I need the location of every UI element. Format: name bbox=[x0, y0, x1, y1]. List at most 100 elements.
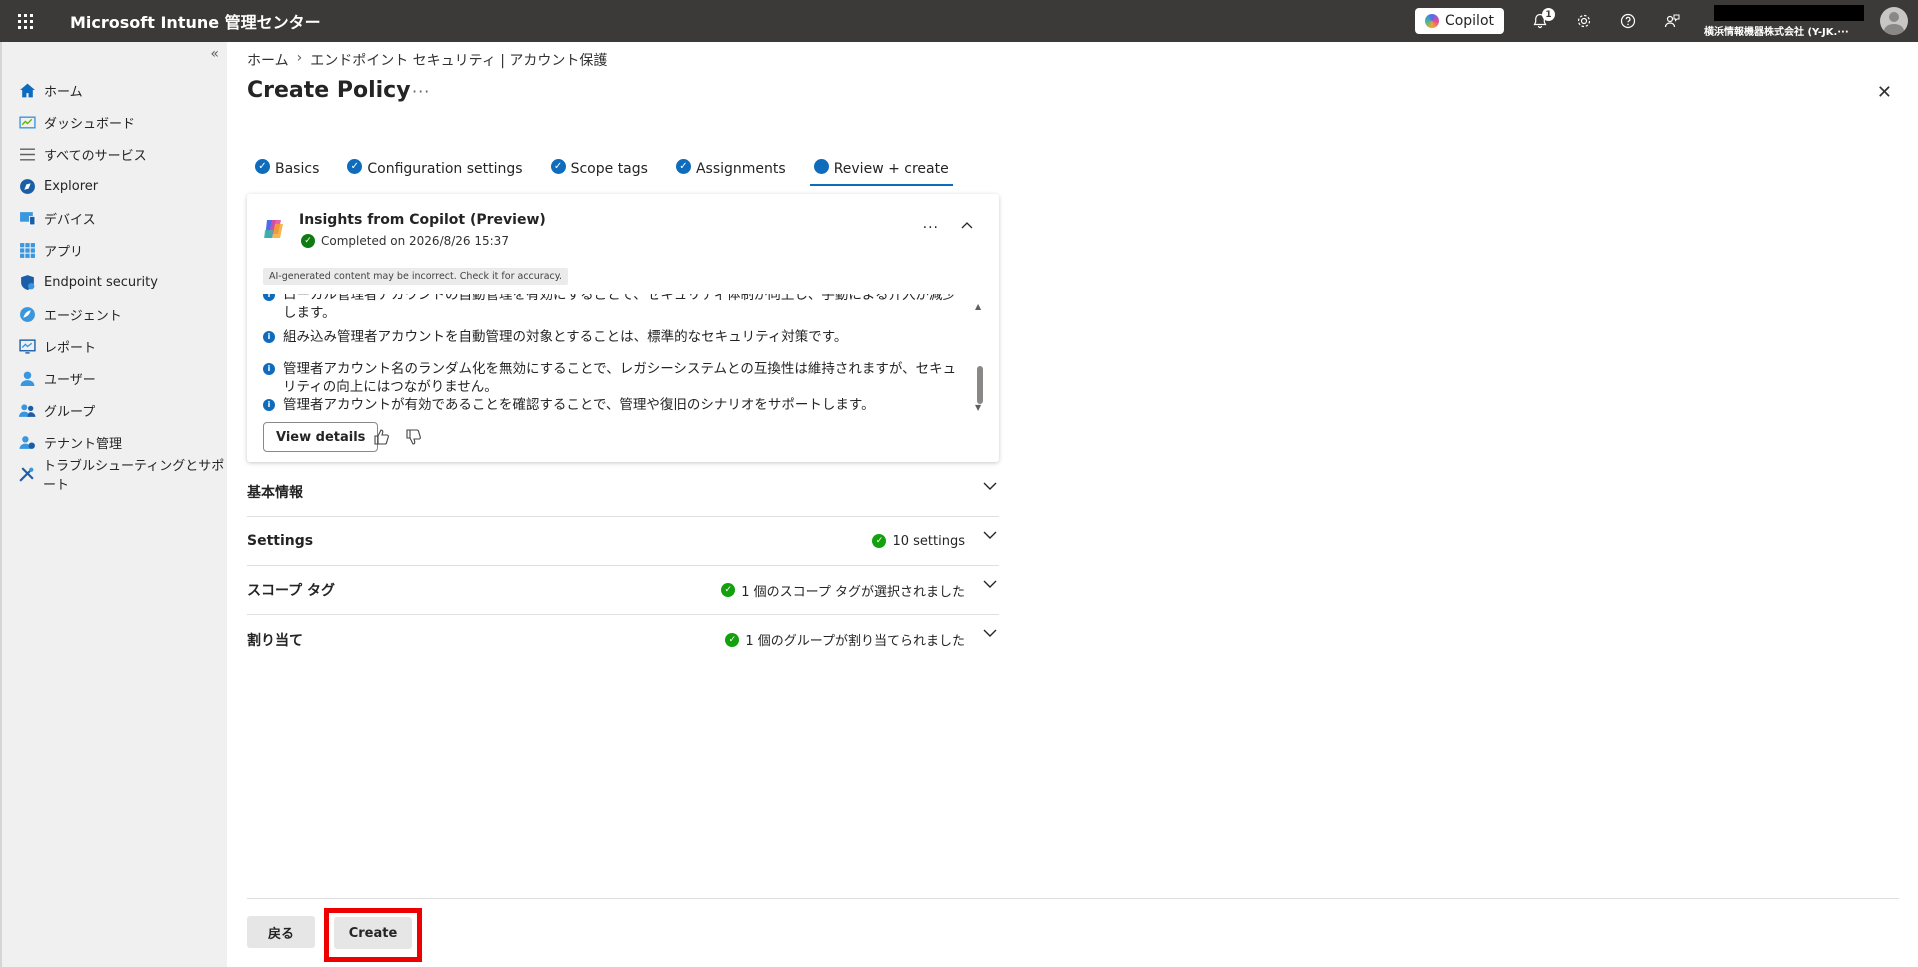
tab-basics[interactable]: ✓ Basics bbox=[255, 152, 319, 186]
tab-configuration-settings[interactable]: ✓ Configuration settings bbox=[347, 152, 523, 186]
chevron-down-icon[interactable] bbox=[983, 629, 997, 638]
view-details-button[interactable]: View details bbox=[263, 422, 379, 452]
close-button[interactable]: ✕ bbox=[1877, 82, 1892, 103]
card-status: ✓ Completed on 2026/8/26 15:37 bbox=[301, 234, 509, 248]
device-icon bbox=[18, 209, 36, 227]
list-item: i 管理者アカウントが有効であることを確認することで、管理や復旧のシナリオをサポ… bbox=[263, 396, 875, 414]
sidebar-item-endpoint-security[interactable]: Endpoint security bbox=[2, 266, 227, 298]
sidebar-item-label: すべてのサービス bbox=[44, 148, 147, 164]
settings-button[interactable] bbox=[1562, 0, 1606, 42]
section-title: 割り当て bbox=[247, 632, 303, 649]
section-title: スコープ タグ bbox=[247, 583, 336, 599]
card-status-text: Completed on 2026/8/26 15:37 bbox=[321, 234, 509, 248]
tab-label: Review + create bbox=[833, 161, 949, 177]
breadcrumb-separator: › bbox=[296, 50, 303, 66]
chevron-down-icon[interactable] bbox=[983, 580, 997, 589]
list-item: i 管理者アカウント名のランダム化を無効にすることで、レガシーシステムとの互換性… bbox=[263, 360, 963, 396]
sidebar-item-users[interactable]: ユーザー bbox=[2, 362, 227, 394]
help-button[interactable] bbox=[1606, 0, 1650, 42]
sidebar-item-label: アプリ bbox=[44, 244, 84, 260]
card-collapse-button[interactable] bbox=[961, 218, 973, 232]
chevron-down-icon[interactable] bbox=[983, 482, 997, 491]
shield-icon bbox=[18, 273, 36, 291]
app-title[interactable]: Microsoft Intune 管理センター bbox=[70, 9, 321, 33]
sidebar-item-reports[interactable]: レポート bbox=[2, 330, 227, 362]
gear-icon bbox=[1577, 14, 1591, 28]
avatar[interactable] bbox=[1880, 7, 1908, 35]
help-icon bbox=[1620, 13, 1636, 29]
sidebar-item-groups[interactable]: グループ bbox=[2, 394, 227, 426]
section-assignments[interactable]: 割り当て ✓ 1 個のグループが割り当てられました bbox=[247, 615, 999, 664]
sidebar-item-dashboard[interactable]: ダッシュボード bbox=[2, 106, 227, 138]
back-button[interactable]: 戻る bbox=[247, 916, 315, 948]
page-title: Create Policy bbox=[247, 78, 411, 103]
section-settings[interactable]: Settings ✓ 10 settings bbox=[247, 517, 999, 566]
section-status-text: 1 個のグループが割り当てられました bbox=[745, 634, 965, 649]
scroll-thumb[interactable] bbox=[977, 366, 983, 404]
tab-label: Configuration settings bbox=[367, 161, 523, 177]
sidebar-item-devices[interactable]: デバイス bbox=[2, 202, 227, 234]
section-status: ✓ 1 個のグループが割り当てられました bbox=[725, 630, 965, 649]
copilot-label: Copilot bbox=[1444, 13, 1494, 29]
user-icon bbox=[18, 369, 36, 387]
insight-text: 組み込み管理者アカウントを自動管理の対象とすることは、標準的なセキュリティ対策で… bbox=[283, 329, 848, 345]
info-icon: i bbox=[263, 294, 275, 301]
insights-list[interactable]: i ローカル管理者アカウントの自動管理を有効にすることで、セキュリティ体制が向上… bbox=[263, 294, 963, 414]
card-more-button[interactable]: ··· bbox=[923, 220, 939, 236]
section-scope-tags[interactable]: スコープ タグ ✓ 1 個のスコープ タグが選択されました bbox=[247, 566, 999, 615]
sidebar-item-apps[interactable]: アプリ bbox=[2, 234, 227, 266]
check-icon: ✓ bbox=[255, 158, 270, 174]
sidebar-nav: ホーム ダッシュボード すべてのサービス Explorer デバイス アプリ E… bbox=[2, 74, 227, 493]
thumbs-down-icon[interactable] bbox=[405, 428, 423, 446]
sidebar-item-label: ユーザー bbox=[44, 372, 96, 388]
success-check-icon: ✓ bbox=[725, 632, 740, 647]
section-status-text: 1 個のスコープ タグが選択されました bbox=[741, 584, 965, 600]
section-basics[interactable]: 基本情報 bbox=[247, 468, 999, 517]
breadcrumb-account-protection[interactable]: エンドポイント セキュリティ | アカウント保護 bbox=[310, 50, 607, 70]
success-check-icon: ✓ bbox=[301, 234, 315, 248]
sidebar-item-explorer[interactable]: Explorer bbox=[2, 170, 227, 202]
copilot-logo-icon bbox=[264, 220, 283, 238]
sidebar-item-all-services[interactable]: すべてのサービス bbox=[2, 138, 227, 170]
sidebar-item-agents[interactable]: エージェント bbox=[2, 298, 227, 330]
copilot-button[interactable]: Copilot bbox=[1414, 8, 1504, 34]
footer-divider bbox=[247, 898, 1899, 899]
chevron-up-icon bbox=[961, 222, 973, 229]
list-item: i ローカル管理者アカウントの自動管理を有効にすることで、セキュリティ体制が向上… bbox=[263, 294, 963, 322]
success-check-icon: ✓ bbox=[721, 583, 736, 597]
more-options-button[interactable]: ··· bbox=[412, 82, 430, 101]
notifications-button[interactable]: 1 bbox=[1518, 0, 1562, 42]
thumbs-up-icon[interactable] bbox=[373, 428, 391, 446]
tab-review-create[interactable]: Review + create bbox=[809, 152, 953, 186]
scroll-up-icon[interactable]: ▲ bbox=[975, 302, 981, 311]
sidebar-item-label: デバイス bbox=[44, 212, 96, 228]
top-bar: Microsoft Intune 管理センター Copilot 1 横浜情報機器… bbox=[0, 0, 1918, 42]
copilot-icon bbox=[1424, 14, 1439, 28]
create-button[interactable]: Create bbox=[334, 917, 412, 949]
check-icon: ✓ bbox=[675, 158, 691, 174]
explorer-icon bbox=[18, 177, 36, 195]
card-title: Insights from Copilot (Preview) bbox=[299, 212, 546, 228]
sidebar-collapse-button[interactable]: « bbox=[210, 46, 219, 62]
home-icon bbox=[18, 81, 36, 99]
sidebar-item-home[interactable]: ホーム bbox=[2, 74, 227, 106]
section-status: ✓ 1 個のスコープ タグが選択されました bbox=[721, 581, 965, 600]
app-launcher-icon[interactable] bbox=[0, 0, 50, 42]
report-icon bbox=[18, 337, 36, 355]
breadcrumb-home[interactable]: ホーム bbox=[247, 50, 289, 70]
dashboard-icon bbox=[18, 113, 36, 131]
feedback-icon bbox=[1664, 14, 1680, 28]
sidebar-item-label: エージェント bbox=[44, 308, 122, 324]
tab-scope-tags[interactable]: ✓ Scope tags bbox=[550, 152, 648, 186]
chevron-down-icon[interactable] bbox=[983, 531, 997, 540]
account-menu[interactable]: 横浜情報機器株式会社 (Y-JK.··· bbox=[1702, 0, 1872, 42]
info-icon: i bbox=[263, 363, 275, 375]
sidebar-item-tenant-admin[interactable]: テナント管理 bbox=[2, 426, 227, 458]
insights-scrollbar[interactable]: ▲ ▼ bbox=[975, 302, 985, 412]
feedback-button[interactable] bbox=[1650, 0, 1694, 42]
sidebar-item-troubleshooting[interactable]: トラブルシューティングとサポート bbox=[2, 458, 227, 493]
scroll-down-icon[interactable]: ▼ bbox=[975, 403, 981, 412]
tab-assignments[interactable]: ✓ Assignments bbox=[675, 152, 786, 186]
success-check-icon: ✓ bbox=[872, 534, 887, 548]
insight-text: 管理者アカウントが有効であることを確認することで、管理や復旧のシナリオをサポート… bbox=[283, 397, 875, 413]
